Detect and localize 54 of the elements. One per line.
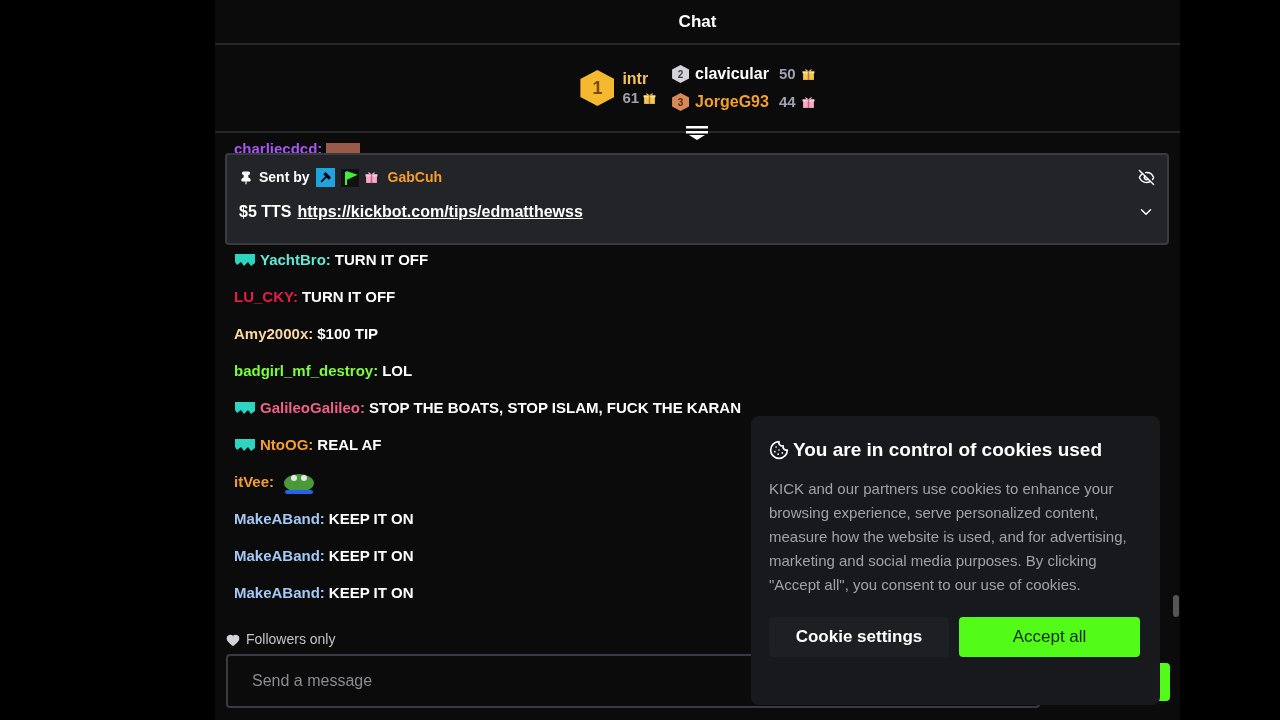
flag-badge-icon: [234, 438, 256, 452]
username[interactable]: LU_CKY:: [234, 285, 298, 309]
gift-icon: [643, 91, 657, 105]
hide-icon[interactable]: [1138, 169, 1155, 186]
cookie-text: KICK and our partners use cookies to enhance your browsing experience, serve personalized content, measure how the website is used, and for advertising, marketing and social media purposes. By clicking "Accept all", you consent to our use of cookies.: [769, 478, 1128, 595]
pinned-link[interactable]: https://kickbot.com/tips/edmatthewss: [297, 200, 583, 224]
message-text: LOL: [382, 360, 413, 381]
emote-icon: [326, 143, 361, 153]
cookie-icon: [769, 440, 789, 461]
pinned-text: $5 TTS: [239, 202, 292, 222]
username[interactable]: itVee:: [234, 470, 275, 494]
username[interactable]: NtoOG:: [260, 433, 314, 457]
rank-badge: 1: [580, 70, 615, 106]
accept-all-button[interactable]: Accept all: [959, 616, 1140, 657]
username[interactable]: MakeABand:: [234, 507, 325, 531]
message-text: REAL AF: [317, 434, 382, 455]
leader-name[interactable]: clavicular: [695, 62, 769, 86]
cookie-settings-button[interactable]: Cookie settings: [769, 616, 949, 657]
moderator-badge-icon: [315, 168, 335, 187]
scrollbar-thumb: [1173, 595, 1179, 617]
collapse-icon[interactable]: [686, 125, 708, 141]
message-text: TURN IT OFF: [334, 249, 429, 270]
message-text: KEEP IT ON: [328, 545, 414, 566]
pin-icon: [239, 170, 253, 185]
gift-icon: [801, 95, 815, 109]
message-text: KEEP IT ON: [328, 582, 414, 603]
gift-icon: [364, 171, 378, 184]
gift-count: 50: [778, 63, 796, 84]
gift-count: 61: [622, 88, 640, 108]
sent-by-label: Sent by: [259, 168, 310, 187]
message-text: STOP THE BOATS, STOP ISLAM, FUCK THE KARAN: [369, 397, 741, 418]
flag-badge-icon: [234, 401, 256, 415]
message-text: KEEP IT ON: [328, 508, 414, 529]
gift-icon: [801, 67, 815, 81]
username[interactable]: badgirl_mf_destroy:: [234, 359, 379, 383]
heart-icon: [226, 632, 240, 647]
flag-badge-icon: [234, 253, 256, 267]
cookie-title: You are in control of cookies used: [793, 438, 1102, 462]
rank-badge: 2: [672, 65, 690, 83]
leader-name[interactable]: intr: [622, 68, 657, 89]
rank-badge: 3: [672, 93, 690, 111]
username[interactable]: GalileoGalileo:: [260, 396, 366, 420]
chat-title: Chat: [678, 10, 717, 33]
message-text: $100 TIP: [317, 323, 379, 344]
username[interactable]: YachtBro:: [260, 248, 331, 272]
username[interactable]: MakeABand:: [234, 581, 325, 605]
gift-count: 44: [778, 91, 796, 112]
username[interactable]: MakeABand:: [234, 544, 325, 568]
chat-mode-label: Followers only: [246, 630, 336, 649]
pinned-username[interactable]: GabCuh: [387, 167, 443, 188]
username[interactable]: Amy2000x:: [234, 322, 314, 346]
flag-icon: [340, 168, 359, 187]
message-text: TURN IT OFF: [301, 286, 396, 307]
leader-name[interactable]: JorgeG93: [695, 90, 769, 114]
